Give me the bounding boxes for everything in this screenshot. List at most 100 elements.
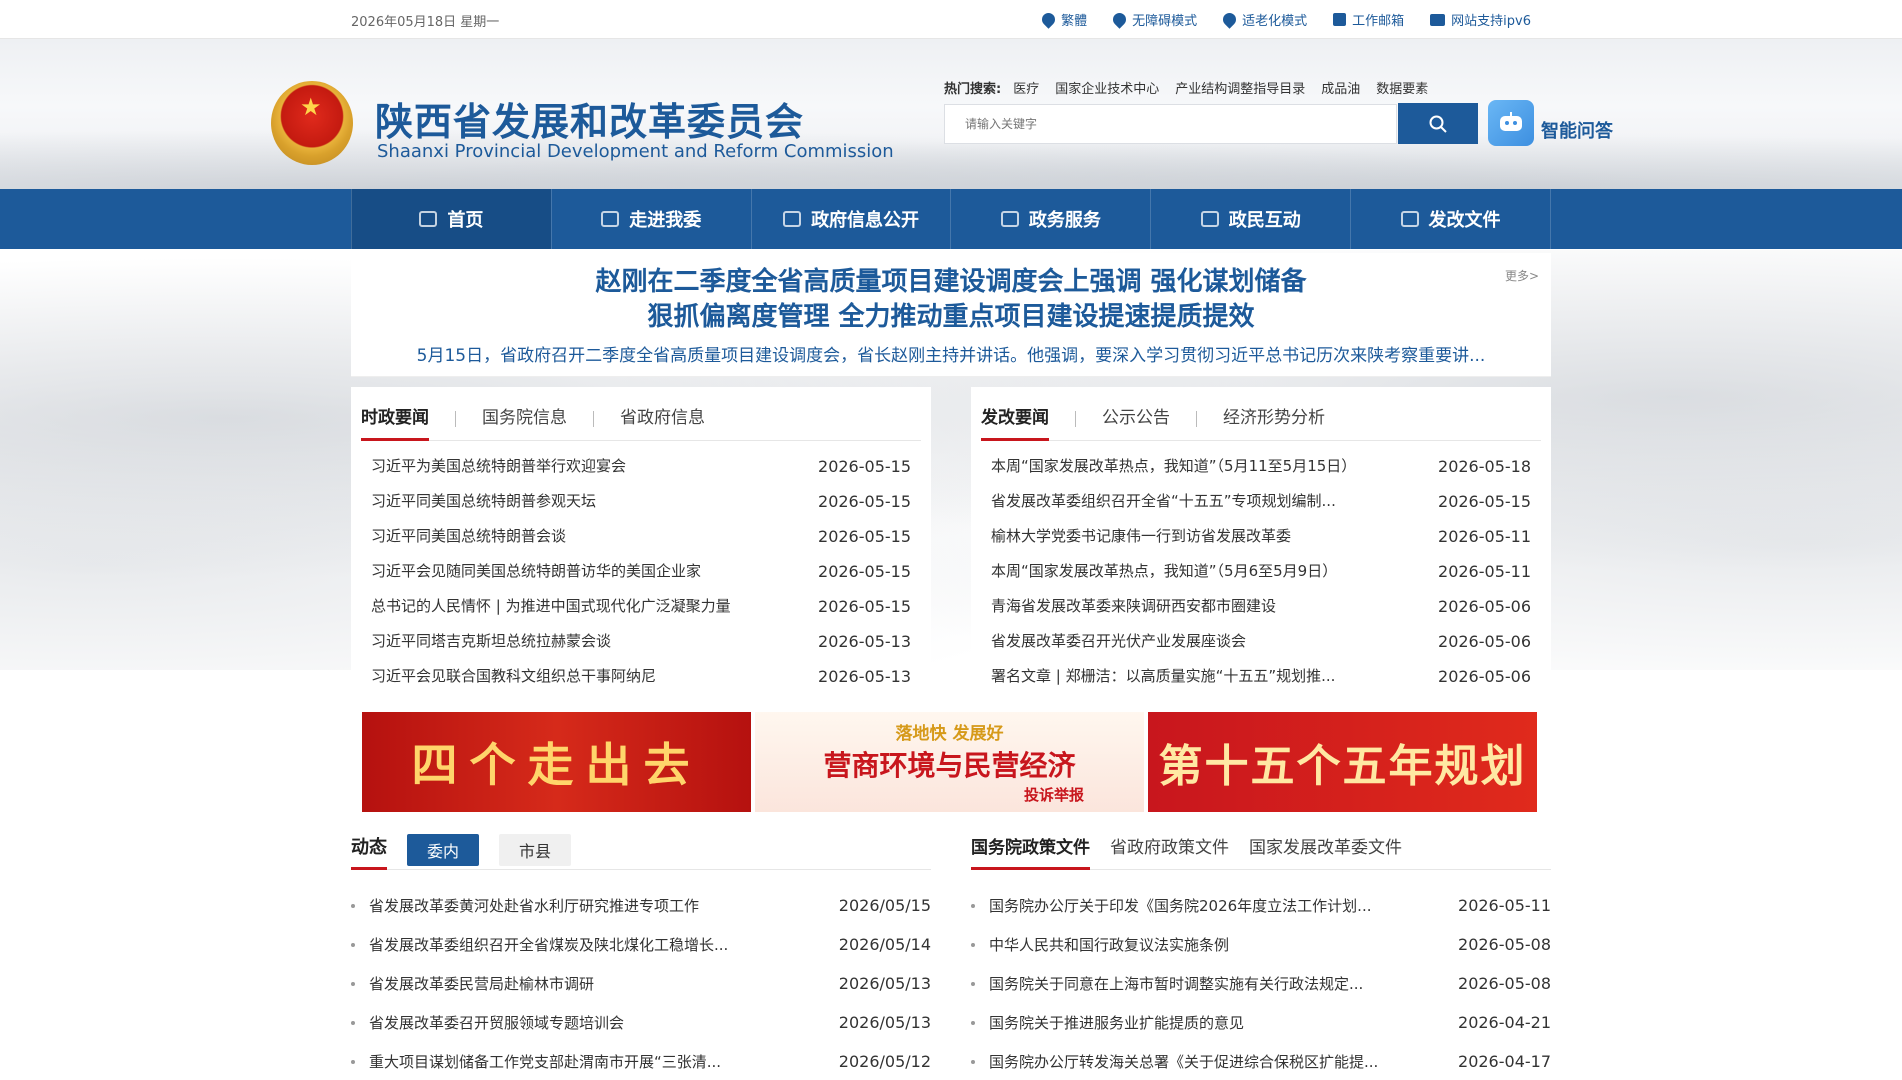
hot-search-label: 热门搜索: xyxy=(944,82,1002,97)
list-item[interactable]: 习近平会见联合国教科文组织总干事阿纳尼 2026-05-13 xyxy=(371,659,911,694)
building-icon xyxy=(601,211,620,227)
hot-search-term[interactable]: 国家企业技术中心 xyxy=(1055,78,1159,97)
item-date: 2026-05-15 xyxy=(818,527,911,546)
more-link[interactable]: 更多> xyxy=(1505,267,1539,284)
hot-search-term[interactable]: 数据要素 xyxy=(1376,78,1428,97)
nav-about[interactable]: 走进我委 xyxy=(550,189,751,249)
list-item[interactable]: 榆林大学党委书记康伟一行到访省发展改革委 2026-05-11 xyxy=(991,519,1531,554)
item-title: 榆林大学党委书记康伟一行到访省发展改革委 xyxy=(991,527,1292,545)
nav-interaction[interactable]: 政民互动 xyxy=(1150,189,1350,249)
utility-links: 繁體 无障碍模式 适老化模式 工作邮箱 网站支持ipv6 xyxy=(1039,10,1531,29)
list-item[interactable]: 省发展改革委组织召开全省煤炭及陕北煤化工稳增长... 2026/05/14 xyxy=(351,925,931,964)
headline-line-2[interactable]: 狠抓偏离度管理 全力推动重点项目建设提速提质提效 xyxy=(351,300,1551,335)
list-item[interactable]: 省发展改革委民营局赴榆林市调研 2026/05/13 xyxy=(351,964,931,1003)
item-title: 重大项目谋划储备工作党支部赴渭南市开展“三张清... xyxy=(351,1051,721,1072)
item-date: 2026-05-06 xyxy=(1438,667,1531,686)
tab-state-council-info[interactable]: 国务院信息 xyxy=(482,397,567,441)
item-title: 省发展改革委组织召开全省“十五五”专项规划编制... xyxy=(991,492,1336,510)
search-button[interactable] xyxy=(1398,103,1478,144)
tab-provincial-policy[interactable]: 省政府政策文件 xyxy=(1110,830,1229,870)
list-item[interactable]: 习近平同塔吉克斯坦总统拉赫蒙会谈 2026-05-13 xyxy=(371,624,911,659)
item-title: 省发展改革委召开光伏产业发展座谈会 xyxy=(991,632,1247,650)
traditional-chinese-link[interactable]: 繁體 xyxy=(1039,10,1087,29)
banner-tagline: 落地快 发展好 xyxy=(895,724,1004,744)
tab-ndrc-docs[interactable]: 国家发展改革委文件 xyxy=(1249,830,1402,870)
banner-four-go-out[interactable]: 四个走出去 xyxy=(362,712,751,812)
item-date: 2026-05-15 xyxy=(818,492,911,511)
list-item[interactable]: 省发展改革委召开贸服领域专题培训会 2026/05/13 xyxy=(351,1003,931,1042)
list-item[interactable]: 国务院办公厅转发海关总署《关于促进综合保税区扩能提... 2026-04-17 xyxy=(971,1042,1551,1080)
hot-search-term[interactable]: 成品油 xyxy=(1321,78,1360,97)
item-title: 中华人民共和国行政复议法实施条例 xyxy=(971,934,1229,955)
item-title: 习近平会见联合国教科文组织总干事阿纳尼 xyxy=(371,667,657,685)
mailbox-icon xyxy=(1333,13,1347,26)
elderly-mode-link[interactable]: 适老化模式 xyxy=(1220,10,1307,29)
banner-business-environment[interactable]: 落地快 发展好 营商环境与民营经济 投诉举报 xyxy=(755,712,1144,812)
list-item[interactable]: 本周“国家发展改革热点，我知道”（5月6至5月9日） 2026-05-11 xyxy=(991,554,1531,589)
tab-reform-news[interactable]: 发改要闻 xyxy=(981,397,1049,441)
promo-banners: 四个走出去 落地快 发展好 营商环境与民营经济 投诉举报 第十五个五年规划 xyxy=(351,704,1551,820)
list-item[interactable]: 习近平为美国总统特朗普举行欢迎宴会 2026-05-15 xyxy=(371,449,911,484)
list-item[interactable]: 本周“国家发展改革热点，我知道”（5月11至5月15日） 2026-05-18 xyxy=(991,449,1531,484)
dynamics-title[interactable]: 动态 xyxy=(351,830,387,870)
item-date: 2026/05/13 xyxy=(838,1013,931,1032)
ipv6-link[interactable]: 网站支持ipv6 xyxy=(1430,10,1531,29)
list-item[interactable]: 国务院办公厅关于印发《国务院2026年度立法工作计划... 2026-05-11 xyxy=(971,886,1551,925)
item-title: 国务院关于同意在上海市暂时调整实施有关行政法规定... xyxy=(971,973,1363,994)
list-item[interactable]: 中华人民共和国行政复议法实施条例 2026-05-08 xyxy=(971,925,1551,964)
site-title[interactable]: 陕西省发展和改革委员会 xyxy=(375,91,804,146)
list-item[interactable]: 习近平会见随同美国总统特朗普访华的美国企业家 2026-05-15 xyxy=(371,554,911,589)
list-item[interactable]: 青海省发展改革委来陕调研西安都市圈建设 2026-05-06 xyxy=(991,589,1531,624)
list-item[interactable]: 署名文章 | 郑栅洁：以高质量实施“十五五”规划推... 2026-05-06 xyxy=(991,659,1531,694)
nav-label: 发改文件 xyxy=(1428,210,1501,231)
util-label: 网站支持ipv6 xyxy=(1451,14,1531,29)
site-header: ★ 陕西省发展和改革委员会 Shaanxi Provincial Develop… xyxy=(0,39,1902,189)
nav-label: 政务服务 xyxy=(1028,210,1101,231)
item-title: 国务院办公厅关于印发《国务院2026年度立法工作计划... xyxy=(971,895,1371,916)
list-item[interactable]: 国务院关于推进服务业扩能提质的意见 2026-04-21 xyxy=(971,1003,1551,1042)
ai-qa-label[interactable]: 智能问答 xyxy=(1541,117,1613,143)
nav-info-disclosure[interactable]: 政府信息公开 xyxy=(750,189,951,249)
hot-search-term[interactable]: 产业结构调整指导目录 xyxy=(1175,78,1305,97)
panel-tabs: 时政要闻 国务院信息 省政府信息 xyxy=(361,397,921,441)
dynamics-panel: 动态 委内 市县 省发展改革委黄河处赴省水利厅研究推进专项工作 2026/05/1… xyxy=(351,830,931,1080)
list-item[interactable]: 总书记的人民情怀 | 为推进中国式现代化广泛凝聚力量 2026-05-15 xyxy=(371,589,911,624)
accessibility-mode-link[interactable]: 无障碍模式 xyxy=(1110,10,1197,29)
list-item[interactable]: 习近平同美国总统特朗普参观天坛 2026-05-15 xyxy=(371,484,911,519)
work-email-link[interactable]: 工作邮箱 xyxy=(1333,10,1404,29)
ai-assistant-button[interactable] xyxy=(1488,100,1534,146)
item-title: 总书记的人民情怀 | 为推进中国式现代化广泛凝聚力量 xyxy=(371,597,731,615)
headline-line-1[interactable]: 赵刚在二季度全省高质量项目建设调度会上强调 强化谋划储备 xyxy=(351,265,1551,300)
tab-economic-analysis[interactable]: 经济形势分析 xyxy=(1223,397,1325,441)
pill-cities[interactable]: 市县 xyxy=(499,833,572,866)
tab-state-council-policy[interactable]: 国务院政策文件 xyxy=(971,830,1090,870)
top-utility-bar: 2026年05月18日 星期一 繁體 无障碍模式 适老化模式 工作邮箱 网站支持… xyxy=(0,0,1902,39)
tab-current-affairs[interactable]: 时政要闻 xyxy=(361,397,429,441)
item-date: 2026-05-15 xyxy=(818,457,911,476)
nav-home[interactable]: 首页 xyxy=(351,189,551,249)
nav-services[interactable]: 政务服务 xyxy=(950,189,1150,249)
list-item[interactable]: 省发展改革委黄河处赴省水利厅研究推进专项工作 2026/05/15 xyxy=(351,886,931,925)
headline-summary[interactable]: 5月15日，省政府召开二季度全省高质量项目建设调度会，省长赵刚主持并讲话。他强调… xyxy=(351,341,1551,366)
hot-search-term[interactable]: 医疗 xyxy=(1013,78,1039,97)
current-affairs-panel: 时政要闻 国务院信息 省政府信息 习近平为美国总统特朗普举行欢迎宴会 2026-0… xyxy=(351,387,931,702)
list-item[interactable]: 习近平同美国总统特朗普会谈 2026-05-15 xyxy=(371,519,911,554)
nav-documents[interactable]: 发改文件 xyxy=(1350,189,1551,249)
banner-15th-five-year-plan[interactable]: 第十五个五年规划 xyxy=(1148,712,1537,812)
tab-announcements[interactable]: 公示公告 xyxy=(1102,397,1170,441)
list-item[interactable]: 国务院关于同意在上海市暂时调整实施有关行政法规定... 2026-05-08 xyxy=(971,964,1551,1003)
list-item[interactable]: 省发展改革委召开光伏产业发展座谈会 2026-05-06 xyxy=(991,624,1531,659)
item-title: 省发展改革委民营局赴榆林市调研 xyxy=(351,973,594,994)
location-pin-icon xyxy=(1039,10,1058,29)
item-title: 省发展改革委黄河处赴省水利厅研究推进专项工作 xyxy=(351,895,699,916)
list-item[interactable]: 省发展改革委组织召开全省“十五五”专项规划编制... 2026-05-15 xyxy=(991,484,1531,519)
search-input[interactable] xyxy=(965,117,1396,131)
main-content: 赵刚在二季度全省高质量项目建设调度会上强调 强化谋划储备 狠抓偏离度管理 全力推… xyxy=(351,253,1551,1080)
tab-provincial-gov-info[interactable]: 省政府信息 xyxy=(620,397,705,441)
item-date: 2026-05-13 xyxy=(818,632,911,651)
policy-docs-panel: 国务院政策文件 省政府政策文件 国家发展改革委文件 国务院办公厅关于印发《国务院… xyxy=(971,830,1551,1080)
pill-internal[interactable]: 委内 xyxy=(407,833,480,866)
item-date: 2026/05/13 xyxy=(838,974,931,993)
list-item[interactable]: 重大项目谋划储备工作党支部赴渭南市开展“三张清... 2026/05/12 xyxy=(351,1042,931,1080)
national-emblem-logo[interactable]: ★ xyxy=(271,81,353,165)
